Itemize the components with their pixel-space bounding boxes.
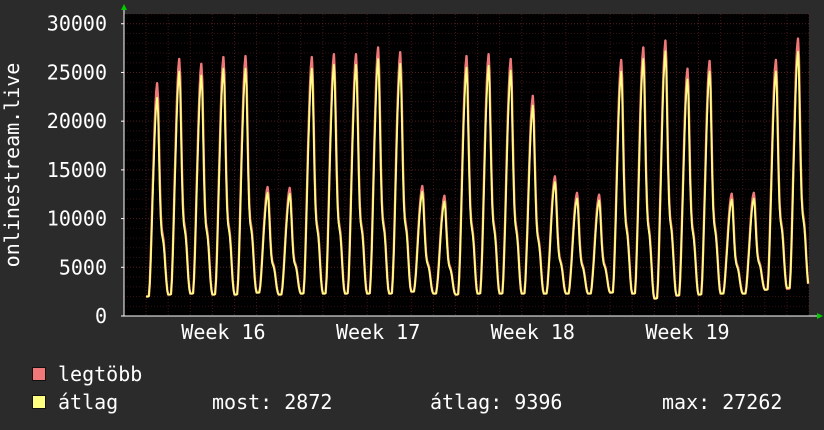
y-axis-arrow [121, 4, 127, 10]
y-tick-label: 15000 [47, 158, 107, 182]
y-axis-label: onlinestream.live [0, 63, 24, 268]
traffic-chart: 0 5000 10000 15000 20000 25000 30000 Week 16 Wee… [0, 4, 823, 344]
x-tick-label: Week 17 [336, 320, 420, 344]
x-tick-label: Week 16 [181, 320, 265, 344]
y-tick-label: 20000 [47, 109, 107, 133]
x-axis-arrow [817, 313, 823, 319]
y-tick-label: 5000 [59, 255, 107, 279]
x-tick-label: Week 18 [491, 320, 575, 344]
y-tick-label: 10000 [47, 207, 107, 231]
y-tick-label: 30000 [47, 12, 107, 36]
x-tick-label: Week 19 [645, 320, 729, 344]
y-tick-label: 25000 [47, 60, 107, 84]
y-tick-label: 0 [95, 304, 107, 328]
